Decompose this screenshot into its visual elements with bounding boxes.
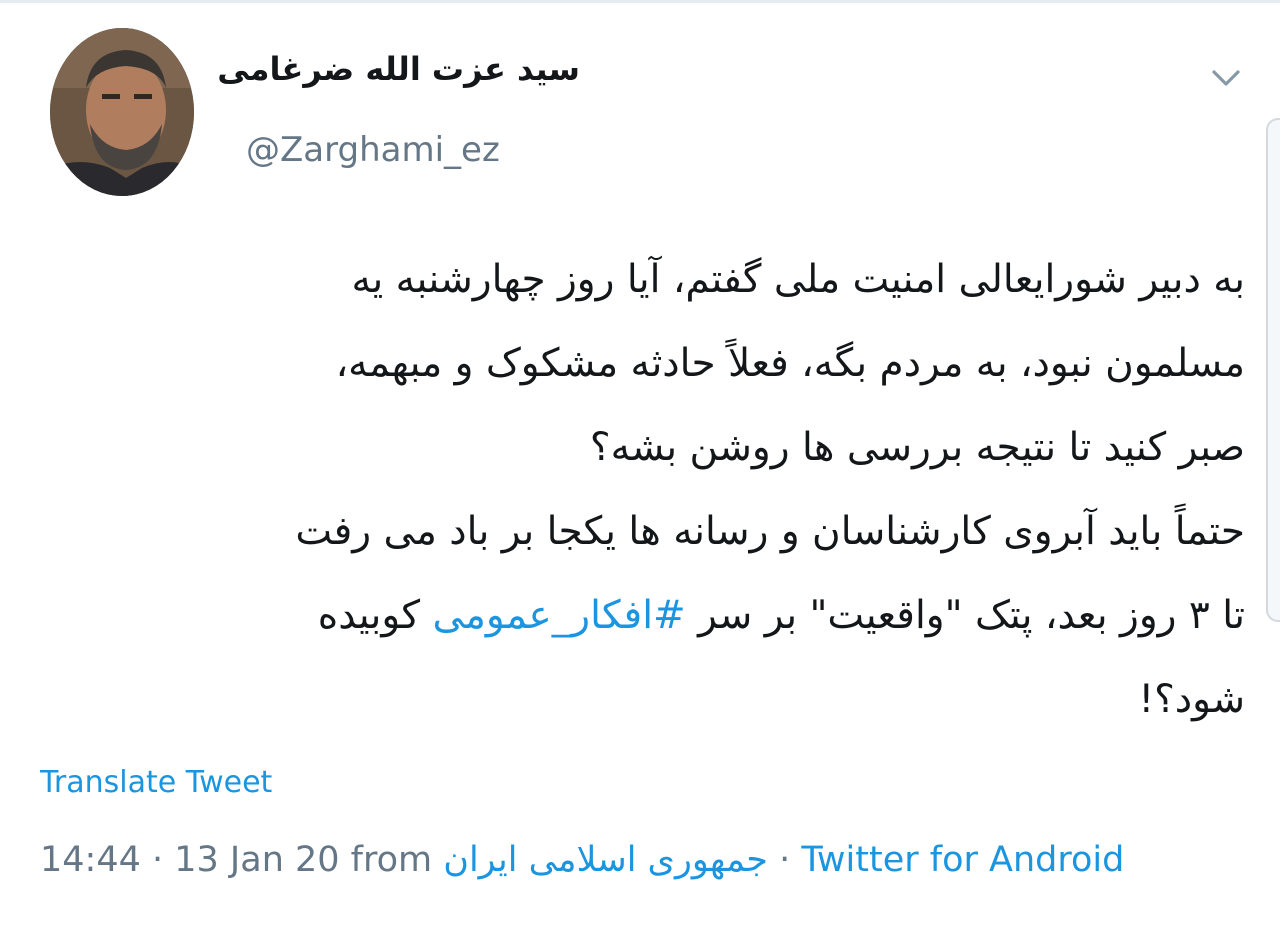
chevron-down-icon[interactable] — [1206, 58, 1246, 98]
tweet-line: صبر کنید تا نتیجه بررسی ها روشن بشه؟ — [589, 425, 1245, 470]
tweet-text-fragment: تا ۳ روز بعد، پتک "واقعیت" بر سر — [685, 593, 1245, 638]
display-name[interactable]: سید عزت الله ضرغامی — [217, 50, 580, 88]
tweet-time[interactable]: 14:44 — [40, 840, 141, 880]
avatar-image — [50, 28, 194, 196]
translate-tweet-link[interactable]: Translate Tweet — [40, 765, 272, 800]
meta-separator: · — [767, 840, 802, 880]
location-link[interactable]: جمهوری اسلامی ایران — [443, 840, 768, 880]
tweet-line: شود؟! — [1138, 677, 1245, 722]
tweet-line: تا ۳ روز بعد، پتک "واقعیت" بر سر #افکار_… — [40, 574, 1245, 658]
tweet-line: مسلمون نبود، به مردم بگه، فعلاً حادثه مش… — [335, 341, 1245, 386]
scroll-edge — [1266, 118, 1280, 622]
avatar[interactable] — [50, 28, 194, 196]
top-divider — [0, 0, 1280, 3]
meta-from: from — [339, 840, 444, 880]
tweet-line: به دبیر شورایعالی امنیت ملی گفتم، آیا رو… — [351, 257, 1245, 302]
tweet-line: حتماً باید آبروی کارشناسان و رسانه ها یک… — [295, 509, 1245, 554]
handle[interactable]: @Zarghami_ez — [246, 130, 500, 170]
tweet-text-fragment: کوبیده — [317, 593, 433, 638]
tweet-date[interactable]: 13 Jan 20 — [174, 840, 339, 880]
source-app-link[interactable]: Twitter for Android — [801, 840, 1124, 880]
meta-separator: · — [140, 840, 175, 880]
tweet-text: به دبیر شورایعالی امنیت ملی گفتم، آیا رو… — [40, 238, 1245, 742]
tweet-meta: 14:44 · 13 Jan 20 from جمهوری اسلامی ایر… — [40, 840, 1124, 880]
tweet-card: سید عزت الله ضرغامی @Zarghami_ez به دبیر… — [0, 0, 1280, 926]
hashtag-link[interactable]: #افکار_عمومی — [432, 593, 685, 638]
